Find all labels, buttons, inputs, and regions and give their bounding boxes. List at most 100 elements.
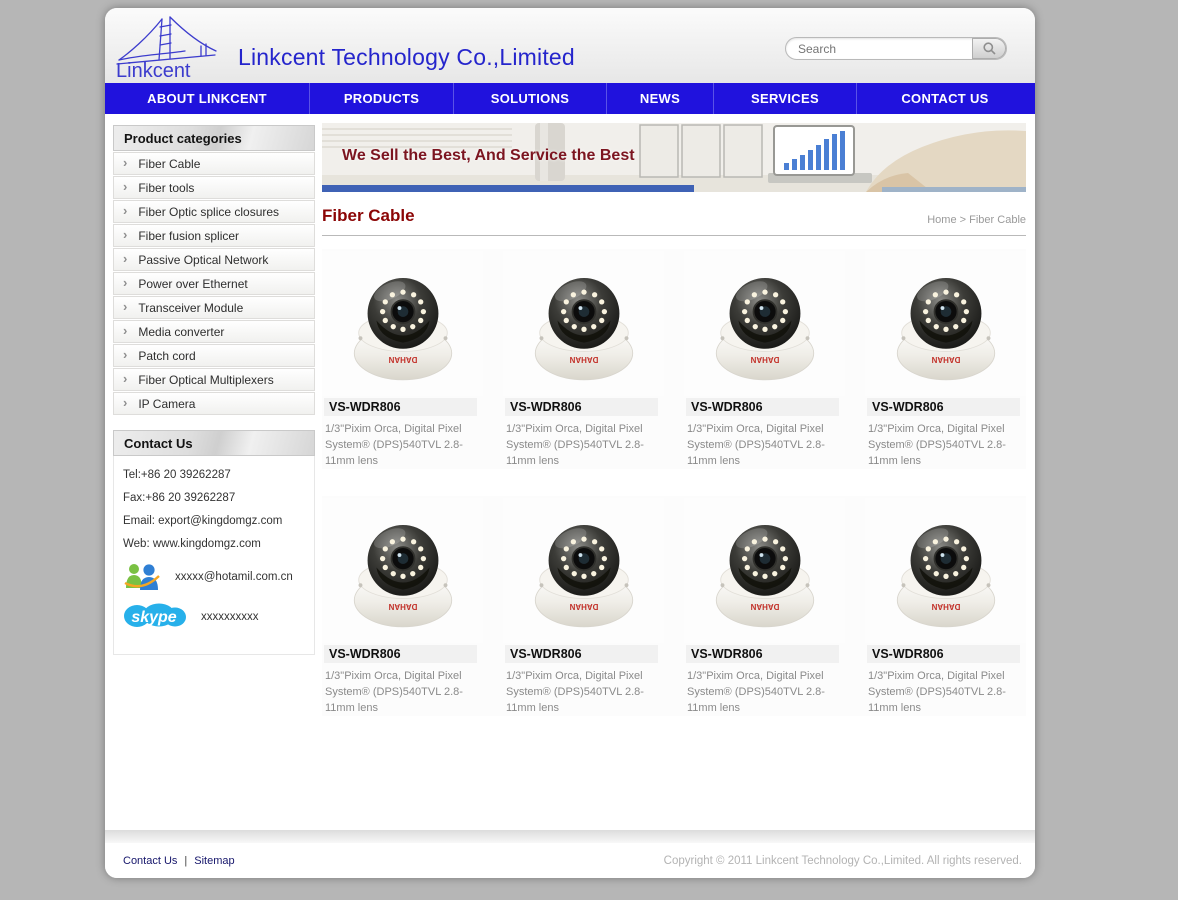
sidebar-item-patch-cord[interactable]: › Patch cord (113, 344, 315, 367)
product-name[interactable]: VS-WDR806 (324, 645, 477, 663)
product-card: VS-WDR806 1/3"Pixim Orca, Digital Pixel … (322, 251, 483, 469)
product-image[interactable] (322, 498, 483, 643)
sidebar-item-fiber-optic-splice-closures[interactable]: › Fiber Optic splice closures (113, 200, 315, 223)
sidebar-item-fiber-fusion-splicer[interactable]: › Fiber fusion splicer (113, 224, 315, 247)
chevron-right-icon: › (123, 395, 127, 410)
footer-separator (105, 830, 1035, 843)
category-label: Passive Optical Network (138, 253, 268, 267)
nav-news[interactable]: NEWS (607, 83, 714, 114)
dome-camera-image (884, 504, 1008, 638)
contact-web: Web: www.kingdomgz.com (123, 538, 306, 550)
product-image[interactable] (865, 251, 1026, 396)
sidebar-item-fiber-optical-multiplexers[interactable]: › Fiber Optical Multiplexers (113, 368, 315, 391)
breadcrumb-home-link[interactable]: Home (927, 214, 956, 226)
copyright-text: Copyright © 2011 Linkcent Technology Co.… (664, 855, 1022, 867)
sidebar-item-fiber-cable[interactable]: › Fiber Cable (113, 152, 315, 175)
contact-email: Email: export@kingdomgz.com (123, 515, 306, 527)
category-label: Fiber Optical Multiplexers (138, 373, 273, 387)
footer-links: Contact Us | Sitemap (123, 855, 235, 867)
footer-links-divider: | (184, 855, 187, 867)
page-title: Fiber Cable (322, 206, 415, 226)
dome-camera-image (522, 504, 646, 638)
chevron-right-icon: › (123, 323, 127, 338)
category-label: Fiber Cable (138, 157, 200, 171)
nav-products[interactable]: PRODUCTS (310, 83, 454, 114)
chevron-right-icon: › (123, 227, 127, 242)
nav-about-linkcent[interactable]: ABOUT LINKCENT (105, 83, 310, 114)
product-description: 1/3"Pixim Orca, Digital Pixel System® (D… (503, 663, 664, 716)
dome-camera-image (703, 257, 827, 391)
nav-contact-us[interactable]: CONTACT US (857, 83, 1033, 114)
product-image[interactable] (684, 498, 845, 643)
product-description: 1/3"Pixim Orca, Digital Pixel System® (D… (503, 416, 664, 469)
contact-fax: Fax:+86 20 39262287 (123, 492, 306, 504)
linkcent-logo[interactable]: Linkcent (113, 10, 238, 82)
product-card: VS-WDR806 1/3"Pixim Orca, Digital Pixel … (684, 498, 845, 716)
product-name[interactable]: VS-WDR806 (686, 645, 839, 663)
nav-solutions[interactable]: SOLUTIONS (454, 83, 607, 114)
banner-slogan: We Sell the Best, And Service the Best (342, 147, 635, 165)
product-card: VS-WDR806 1/3"Pixim Orca, Digital Pixel … (503, 251, 664, 469)
dome-camera-image (703, 504, 827, 638)
nav-services[interactable]: SERVICES (714, 83, 857, 114)
search-button[interactable] (972, 38, 1006, 59)
product-card: VS-WDR806 1/3"Pixim Orca, Digital Pixel … (684, 251, 845, 469)
category-list: › Fiber Cable › Fiber tools › Fiber Opti… (113, 152, 315, 415)
product-image[interactable] (865, 498, 1026, 643)
product-row-2: VS-WDR806 1/3"Pixim Orca, Digital Pixel … (322, 496, 1026, 716)
sidebar-item-passive-optical-network[interactable]: › Passive Optical Network (113, 248, 315, 271)
dome-camera-image (341, 257, 465, 391)
contact-box: Tel:+86 20 39262287 Fax:+86 20 39262287 … (113, 456, 315, 655)
footer-sitemap-link[interactable]: Sitemap (194, 855, 234, 867)
chevron-right-icon: › (123, 155, 127, 170)
sidebar-item-fiber-tools[interactable]: › Fiber tools (113, 176, 315, 199)
chevron-right-icon: › (123, 371, 127, 386)
product-image[interactable] (322, 251, 483, 396)
product-description: 1/3"Pixim Orca, Digital Pixel System® (D… (684, 663, 845, 716)
product-image[interactable] (503, 498, 664, 643)
content-area: Product categories › Fiber Cable › Fiber… (105, 114, 1035, 830)
product-image[interactable] (503, 251, 664, 396)
product-name[interactable]: VS-WDR806 (505, 398, 658, 416)
site-header: Linkcent Linkcent Technology Co.,Limited (105, 8, 1035, 83)
search-box (785, 37, 1007, 60)
product-description: 1/3"Pixim Orca, Digital Pixel System® (D… (865, 416, 1026, 469)
dome-camera-image (884, 257, 1008, 391)
product-name[interactable]: VS-WDR806 (505, 645, 658, 663)
footer-contact-us-link[interactable]: Contact Us (123, 855, 177, 867)
product-description: 1/3"Pixim Orca, Digital Pixel System® (D… (322, 416, 483, 469)
sidebar-item-ip-camera[interactable]: › IP Camera (113, 392, 315, 415)
product-name[interactable]: VS-WDR806 (867, 398, 1020, 416)
category-label: IP Camera (138, 397, 195, 411)
contact-us-header: Contact Us (113, 430, 315, 456)
company-name: Linkcent Technology Co.,Limited (238, 44, 575, 71)
sidebar-item-media-converter[interactable]: › Media converter (113, 320, 315, 343)
sidebar-item-transceiver-module[interactable]: › Transceiver Module (113, 296, 315, 319)
product-description: 1/3"Pixim Orca, Digital Pixel System® (D… (865, 663, 1026, 716)
product-card: VS-WDR806 1/3"Pixim Orca, Digital Pixel … (865, 251, 1026, 469)
breadcrumb-current: Fiber Cable (969, 214, 1026, 226)
sidebar: Product categories › Fiber Cable › Fiber… (113, 125, 315, 655)
breadcrumb: Home > Fiber Cable (927, 214, 1026, 226)
dome-camera-image (522, 257, 646, 391)
category-label: Fiber fusion splicer (138, 229, 239, 243)
contact-tel: Tel:+86 20 39262287 (123, 469, 306, 481)
product-description: 1/3"Pixim Orca, Digital Pixel System® (D… (684, 416, 845, 469)
category-label: Transceiver Module (138, 301, 243, 315)
site-footer: Contact Us | Sitemap Copyright © 2011 Li… (105, 843, 1035, 878)
product-row-1: VS-WDR806 1/3"Pixim Orca, Digital Pixel … (322, 249, 1026, 469)
product-image[interactable] (684, 251, 845, 396)
product-name[interactable]: VS-WDR806 (686, 398, 839, 416)
category-label: Patch cord (138, 349, 195, 363)
product-name[interactable]: VS-WDR806 (867, 645, 1020, 663)
main-navigation: ABOUT LINKCENT PRODUCTS SOLUTIONS NEWS S… (105, 83, 1035, 114)
chevron-right-icon: › (123, 203, 127, 218)
skype-icon: skype (123, 603, 187, 630)
product-name[interactable]: VS-WDR806 (324, 398, 477, 416)
search-input[interactable] (786, 42, 972, 56)
chevron-right-icon: › (123, 275, 127, 290)
skype-logo-text: skype (131, 609, 176, 626)
page-container: Linkcent Linkcent Technology Co.,Limited… (105, 8, 1035, 878)
msn-messenger-icon (123, 561, 161, 593)
sidebar-item-power-over-ethernet[interactable]: › Power over Ethernet (113, 272, 315, 295)
